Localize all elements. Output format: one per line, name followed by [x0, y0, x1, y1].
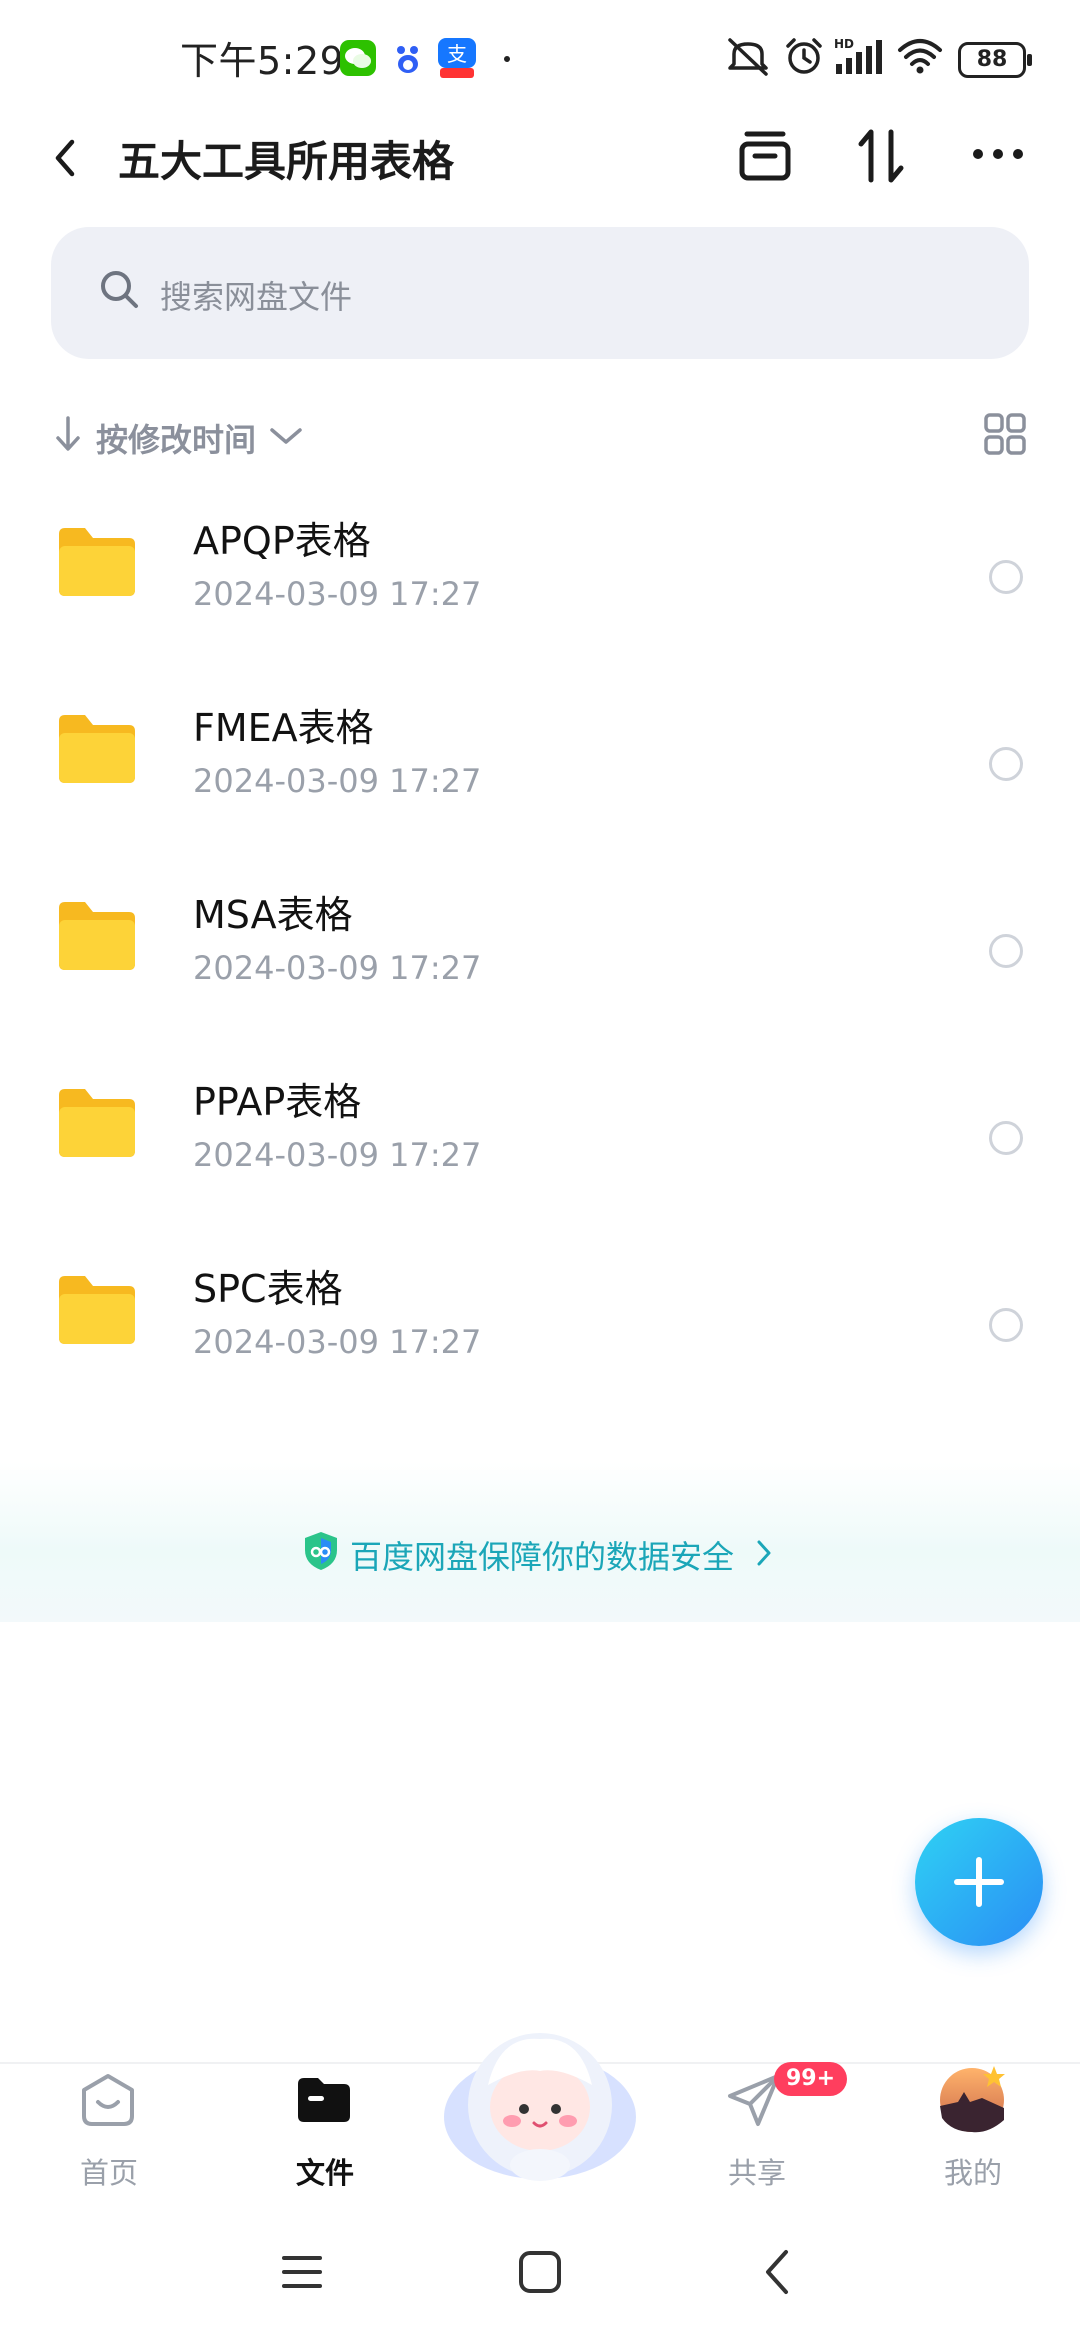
alipay-icon: 支 [438, 38, 476, 78]
menu-icon[interactable] [282, 2252, 322, 2292]
search-icon [101, 271, 138, 308]
grid-view-icon[interactable] [983, 412, 1027, 456]
archive-icon[interactable] [737, 128, 793, 184]
folder-icon [59, 1276, 135, 1344]
list-item[interactable]: SPC表格 2024-03-09 17:27 [0, 1228, 1080, 1415]
avatar-icon [940, 2066, 1005, 2133]
home-nav-icon[interactable] [518, 2250, 562, 2294]
tab-label: 文件 [296, 2156, 355, 2190]
select-checkbox[interactable] [989, 1308, 1023, 1342]
tab-files[interactable]: 文件 [274, 2068, 374, 2190]
chevron-right-icon [757, 1540, 771, 1566]
notification-badge: 99+ [774, 2062, 848, 2096]
shield-icon [305, 1532, 337, 1570]
tab-home[interactable]: 首页 [58, 2068, 158, 2190]
signal-icon: HD [834, 37, 882, 74]
list-item[interactable]: PPAP表格 2024-03-09 17:27 [0, 1041, 1080, 1228]
back-arrow-icon[interactable] [50, 136, 80, 180]
folder-icon [59, 1089, 135, 1157]
back-nav-icon[interactable] [762, 2248, 792, 2296]
list-item[interactable]: APQP表格 2024-03-09 17:27 [0, 480, 1080, 667]
list-item[interactable]: FMEA表格 2024-03-09 17:27 [0, 667, 1080, 854]
file-name: FMEA表格 [193, 706, 374, 750]
home-icon [82, 2074, 134, 2126]
file-date: 2024-03-09 17:27 [193, 1136, 482, 1174]
file-date: 2024-03-09 17:27 [193, 949, 482, 987]
more-icon[interactable] [970, 146, 1026, 162]
file-name: MSA表格 [193, 893, 353, 937]
add-button[interactable] [915, 1818, 1043, 1946]
sort-swap-icon[interactable] [856, 126, 906, 186]
tab-label: 共享 [728, 2156, 787, 2190]
folder-icon [59, 715, 135, 783]
status-dot [504, 56, 510, 62]
mascot-icon[interactable] [440, 2005, 640, 2185]
status-time: 下午5:29 [180, 39, 345, 83]
chevron-down-icon[interactable] [268, 424, 304, 448]
page-title: 五大工具所用表格 [118, 137, 455, 186]
list-item[interactable]: MSA表格 2024-03-09 17:27 [0, 854, 1080, 1041]
tab-mine[interactable]: 我的 [922, 2066, 1022, 2190]
select-checkbox[interactable] [989, 560, 1023, 594]
sort-arrow-down-icon[interactable] [55, 414, 81, 454]
file-date: 2024-03-09 17:27 [193, 575, 482, 613]
select-checkbox[interactable] [989, 747, 1023, 781]
battery-icon: 88 [958, 42, 1032, 78]
tab-label: 我的 [944, 2156, 1003, 2190]
mute-icon [728, 38, 768, 76]
svg-text:支: 支 [447, 42, 467, 66]
select-checkbox[interactable] [989, 1121, 1023, 1155]
file-name: SPC表格 [193, 1267, 343, 1311]
folder-icon [59, 528, 135, 596]
wifi-icon [898, 39, 942, 74]
file-date: 2024-03-09 17:27 [193, 762, 482, 800]
select-checkbox[interactable] [989, 934, 1023, 968]
folder-tab-icon [298, 2078, 350, 2122]
baidu-icon [397, 46, 418, 73]
file-name: APQP表格 [193, 519, 371, 563]
folder-icon [59, 902, 135, 970]
file-name: PPAP表格 [193, 1080, 362, 1124]
svg-text:HD: HD [834, 37, 854, 51]
plus-icon [954, 1857, 1004, 1907]
tab-label: 首页 [80, 2156, 139, 2190]
search-placeholder: 搜索网盘文件 [160, 278, 353, 316]
file-date: 2024-03-09 17:27 [193, 1323, 482, 1361]
sort-dropdown[interactable]: 按修改时间 [96, 415, 256, 461]
wechat-icon [340, 40, 376, 76]
banner-text[interactable]: 百度网盘保障你的数据安全 [350, 1532, 734, 1578]
alarm-icon [786, 38, 822, 74]
